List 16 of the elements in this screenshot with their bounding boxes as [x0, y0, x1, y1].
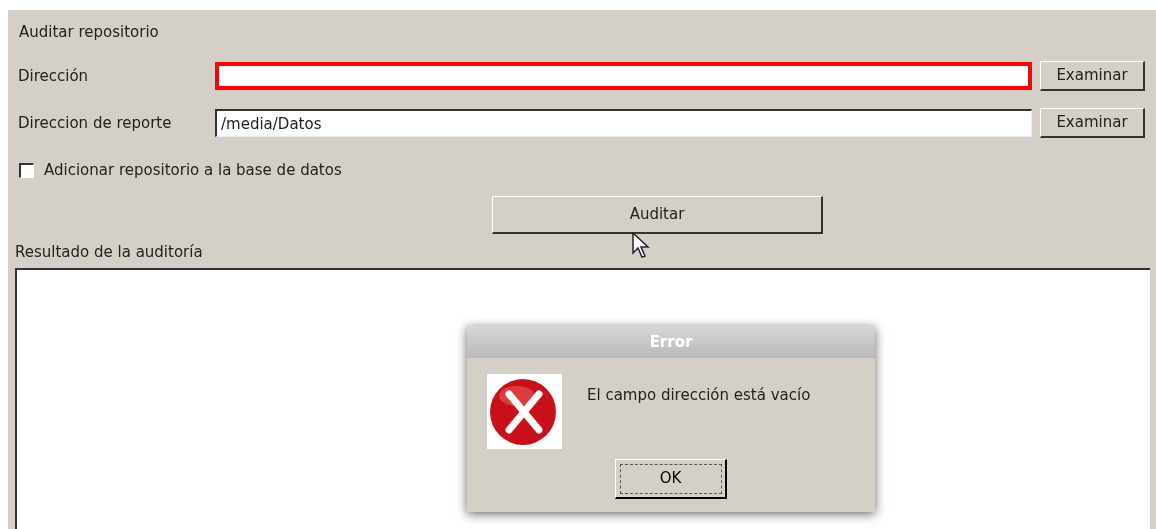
- dialog-title: Error: [649, 331, 693, 353]
- panel-title: Auditar repositorio: [19, 22, 160, 43]
- ok-button[interactable]: OK: [615, 459, 727, 499]
- results-label: Resultado de la auditoría: [15, 241, 203, 263]
- dialog-message: El campo dirección está vacío: [587, 385, 811, 406]
- audit-button[interactable]: Auditar: [492, 195, 823, 234]
- field-label: Direccion de reporte: [18, 112, 173, 134]
- browse-button[interactable]: Examinar: [1040, 108, 1145, 138]
- browse-button[interactable]: Examinar: [1040, 61, 1145, 91]
- field-label: Dirección: [18, 65, 90, 87]
- mouse-cursor-icon: [632, 232, 652, 258]
- error-icon: [487, 374, 562, 449]
- checkbox-label: Adicionar repositorio a la base de datos: [44, 160, 342, 181]
- checkbox[interactable]: [19, 162, 34, 178]
- input-field[interactable]: [215, 62, 1032, 90]
- input-field[interactable]: /media/Datos: [215, 109, 1032, 137]
